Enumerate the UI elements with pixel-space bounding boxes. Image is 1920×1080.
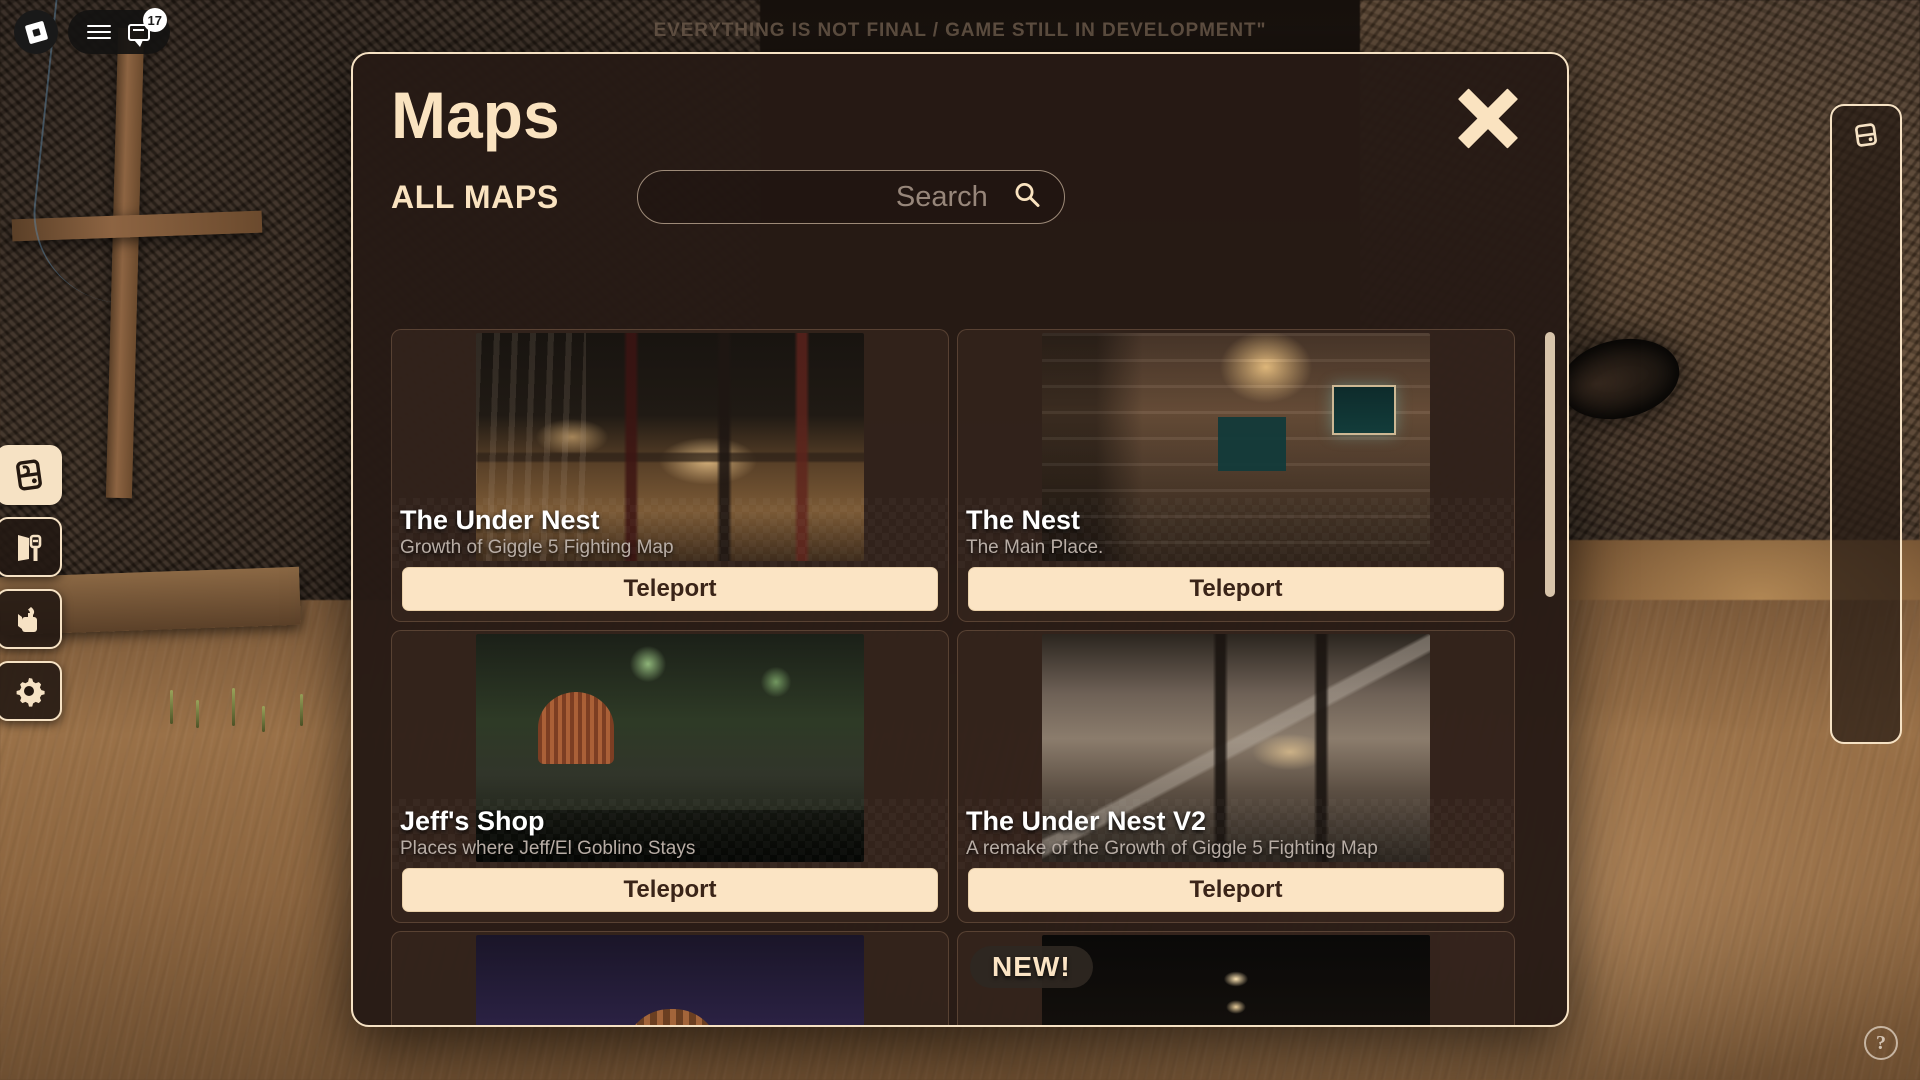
map-thumbnail [1042, 935, 1430, 1025]
scrollbar-thumb[interactable] [1545, 332, 1555, 597]
lighter-flame-icon [12, 602, 46, 636]
development-notice: EVERYTHING IS NOT FINAL / GAME STILL IN … [653, 20, 1267, 41]
map-thumbnail [476, 935, 864, 1025]
book-icon [12, 458, 46, 492]
maps-grid-viewport: The Under Nest Growth of Giggle 5 Fighti… [391, 329, 1545, 1025]
teleport-button[interactable]: Teleport [968, 868, 1504, 912]
door-person-icon [12, 530, 46, 564]
map-card[interactable]: The Under Nest V2 A remake of the Growth… [957, 630, 1515, 923]
chat-icon[interactable]: 17 [122, 8, 167, 49]
roblox-logo-icon[interactable] [14, 10, 58, 54]
inventory-panel[interactable] [1830, 104, 1902, 744]
map-subtitle: The Main Place. [966, 537, 1104, 558]
menu-icon[interactable] [82, 15, 116, 49]
filter-row: ALL MAPS [353, 148, 1567, 224]
grass-blade [300, 694, 303, 726]
teleport-button[interactable]: Teleport [968, 567, 1504, 611]
roblox-topbar: 17 [14, 8, 170, 54]
search-field[interactable] [636, 170, 1065, 224]
teleport-button[interactable]: Teleport [402, 868, 938, 912]
modal-header: Maps [353, 54, 1567, 152]
teleport-button[interactable]: Teleport [402, 567, 938, 611]
map-card-texts: The Under Nest Growth of Giggle 5 Fighti… [400, 504, 940, 559]
map-card-texts: Jeff's Shop Places where Jeff/El Goblino… [400, 805, 940, 860]
hud-pill: 17 [68, 8, 170, 54]
help-button[interactable]: ? [1864, 1026, 1898, 1060]
map-title: The Under Nest V2 [966, 805, 1207, 836]
map-card-texts: The Under Nest V2 A remake of the Growth… [966, 805, 1506, 860]
close-icon[interactable] [1447, 76, 1529, 158]
sidebar-item-journal[interactable] [0, 445, 62, 505]
grass-blade [262, 706, 265, 732]
tab-all-maps[interactable]: ALL MAPS [391, 179, 559, 216]
maps-modal: Maps ALL MAPS The [351, 52, 1569, 1027]
sidebar-item-lighter[interactable] [0, 589, 62, 649]
search-icon[interactable] [1012, 180, 1042, 215]
map-card[interactable]: The Under Nest Growth of Giggle 5 Fighti… [391, 329, 949, 622]
map-card[interactable]: Jeff's Shop Places where Jeff/El Goblino… [391, 630, 949, 923]
chat-unread-badge: 17 [142, 8, 167, 32]
scrollbar-track[interactable] [1545, 332, 1555, 1012]
sidebar-item-door[interactable] [0, 517, 62, 577]
map-subtitle: Growth of Giggle 5 Fighting Map [400, 537, 674, 558]
map-title: The Under Nest [400, 504, 600, 535]
grass-blade [196, 700, 199, 728]
maps-grid: The Under Nest Growth of Giggle 5 Fighti… [391, 329, 1515, 1025]
book-icon [1851, 120, 1881, 742]
map-card-texts: The Nest The Main Place. [966, 504, 1506, 559]
gear-icon [12, 674, 46, 708]
map-card[interactable]: The Nest The Main Place. Teleport [957, 329, 1515, 622]
map-subtitle: A remake of the Growth of Giggle 5 Fight… [966, 838, 1378, 859]
grass-blade [170, 690, 173, 724]
map-card[interactable]: NEW! [957, 931, 1515, 1025]
map-title: Jeff's Shop [400, 805, 545, 836]
map-title: The Nest [966, 504, 1081, 535]
left-icon-bar [0, 445, 62, 721]
page-title: Maps [391, 78, 560, 152]
status-badge: NEW! [970, 946, 1093, 988]
grass-blade [232, 688, 235, 726]
map-subtitle: Places where Jeff/El Goblino Stays [400, 838, 696, 859]
map-card[interactable] [391, 931, 949, 1025]
sidebar-item-settings[interactable] [0, 661, 62, 721]
search-input[interactable] [637, 180, 988, 214]
